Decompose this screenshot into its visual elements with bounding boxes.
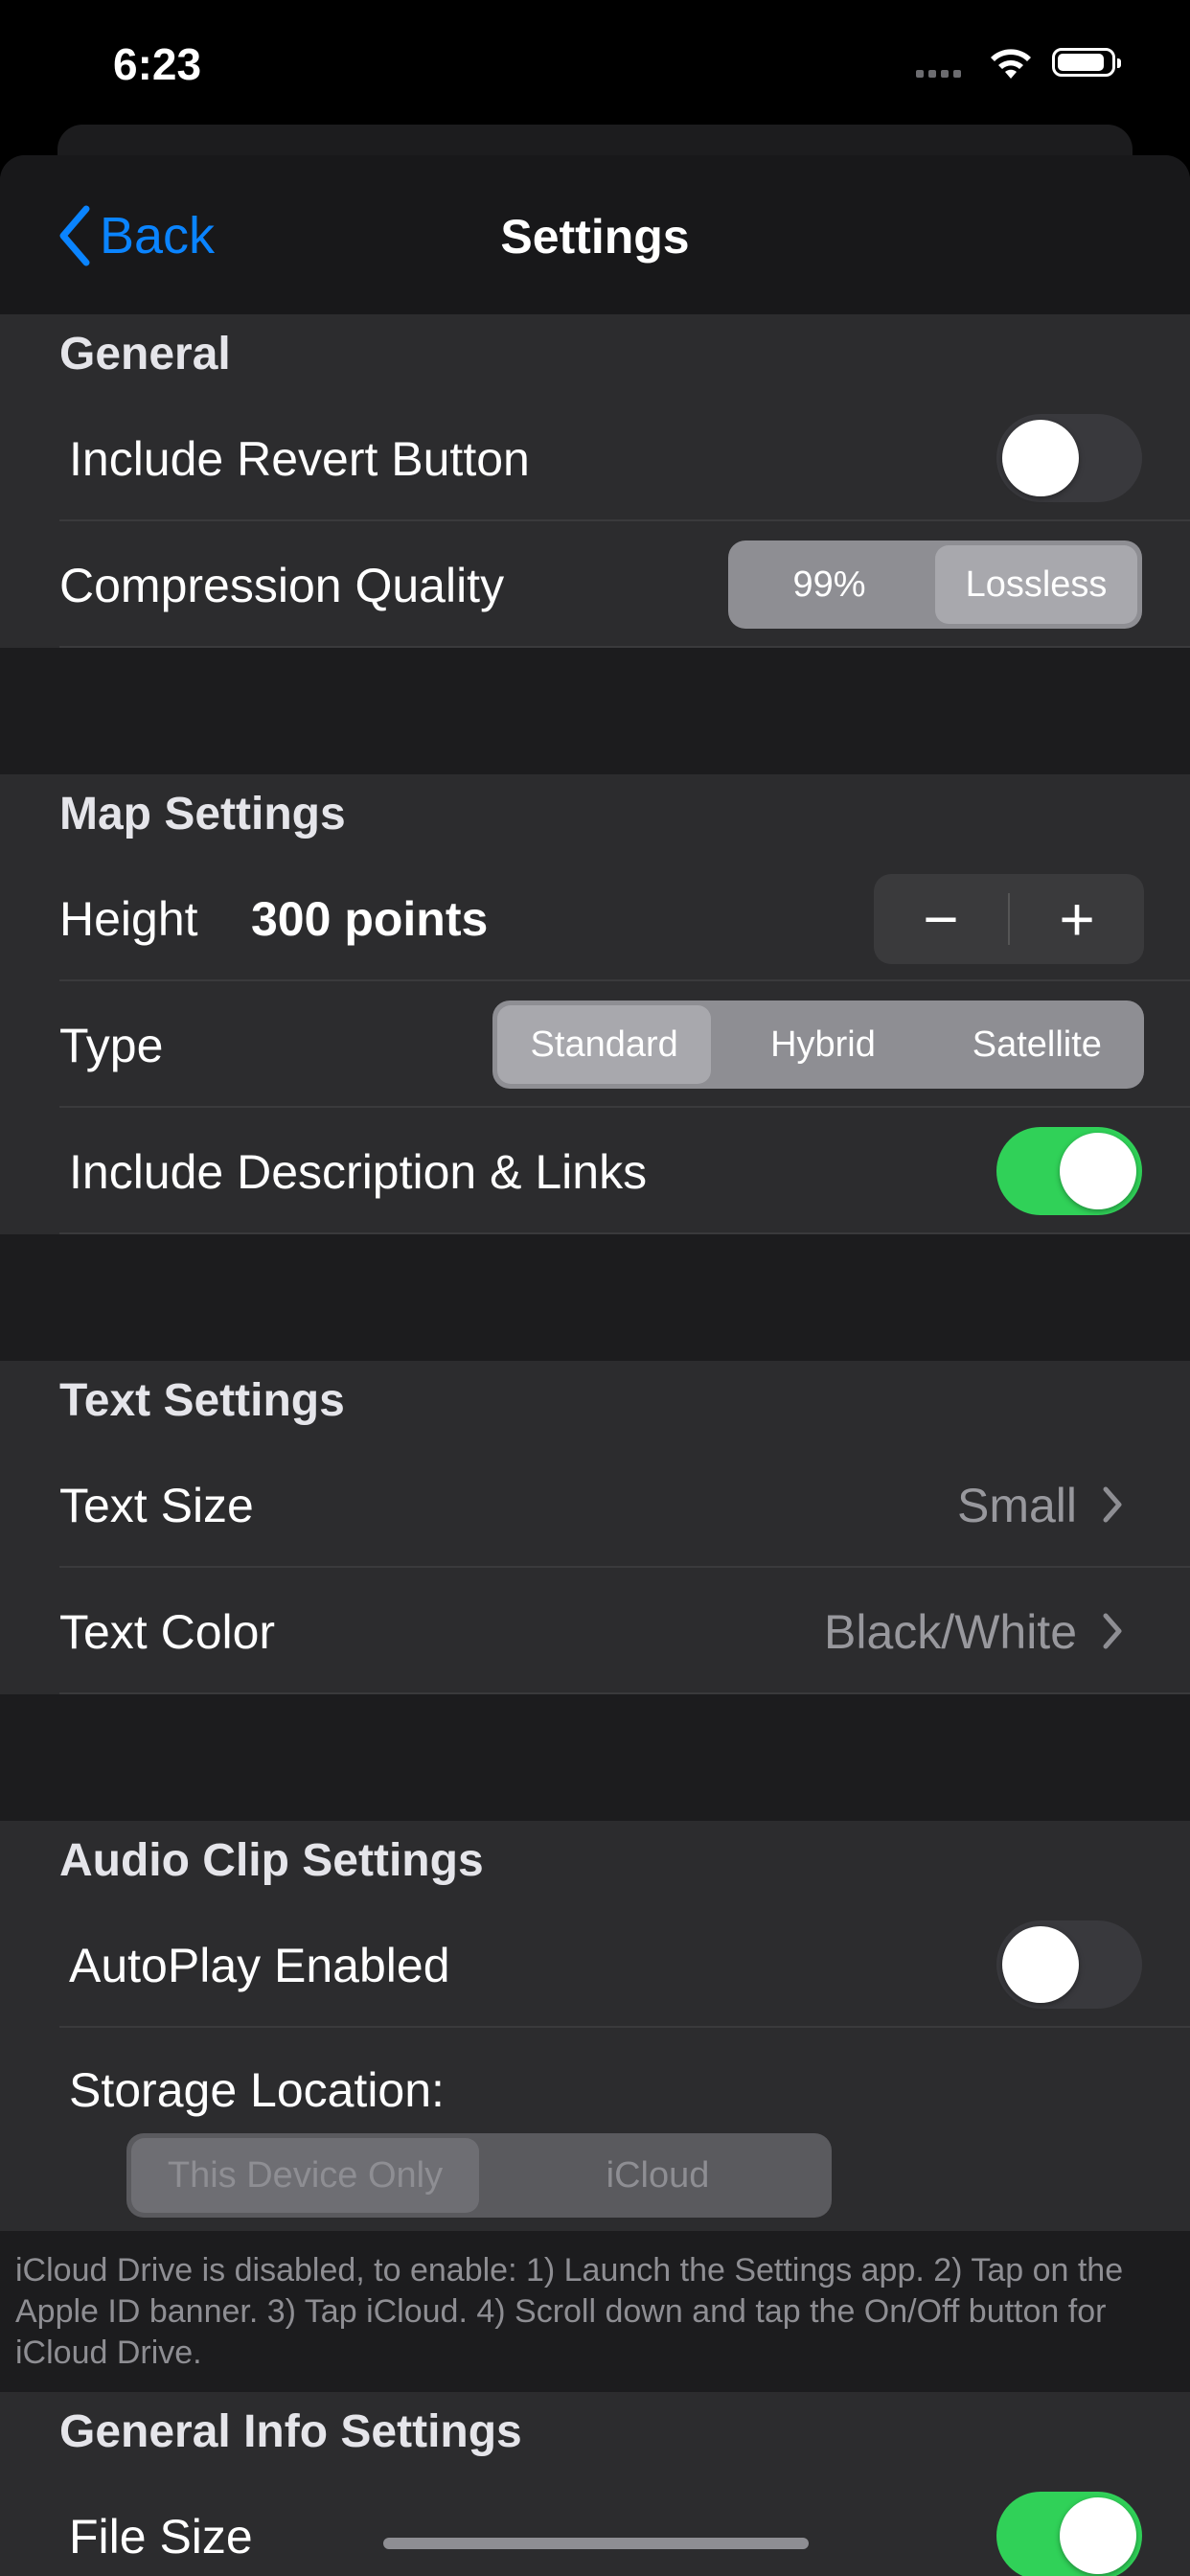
storage-option-device[interactable]: This Device Only	[131, 2138, 479, 2213]
chevron-right-icon	[1103, 1486, 1122, 1523]
row-text-color[interactable]: Text Color Black/White	[0, 1568, 1190, 1694]
text-color-label: Text Color	[59, 1605, 276, 1659]
decrement-button[interactable]: −	[874, 884, 1008, 954]
map-height-value: 300 points	[251, 892, 489, 946]
row-include-description: Include Description & Links	[0, 1108, 1190, 1234]
row-map-type: Type Standard Hybrid Satellite	[0, 981, 1190, 1108]
section-header-map: Map Settings	[0, 774, 1190, 855]
autoplay-toggle[interactable]	[996, 1920, 1142, 2009]
storage-location-segmented-control[interactable]: This Device Only iCloud	[126, 2133, 832, 2218]
file-size-toggle[interactable]	[996, 2492, 1142, 2576]
increment-button[interactable]: +	[1010, 884, 1144, 954]
map-height-label: Height	[59, 892, 198, 946]
section-header-general-info: General Info Settings	[0, 2392, 1190, 2472]
compression-quality-segmented-control[interactable]: 99% Lossless	[728, 540, 1142, 629]
map-type-standard[interactable]: Standard	[497, 1005, 712, 1084]
section-header-general: General	[0, 314, 1190, 395]
battery-icon	[1052, 48, 1121, 77]
compression-quality-label: Compression Quality	[59, 559, 505, 612]
page-title: Settings	[500, 210, 690, 264]
map-type-hybrid[interactable]: Hybrid	[716, 1000, 929, 1089]
section-header-text: Text Settings	[0, 1361, 1190, 1441]
settings-sheet: Back Settings General Include Revert But…	[0, 155, 1190, 2576]
text-size-value: Small	[956, 1479, 1077, 1532]
row-map-height: Height 300 points − +	[0, 855, 1190, 981]
autoplay-label: AutoPlay Enabled	[69, 1939, 450, 1992]
row-compression-quality: Compression Quality 99% Lossless	[0, 521, 1190, 648]
include-revert-toggle[interactable]	[996, 414, 1142, 502]
include-revert-label: Include Revert Button	[69, 432, 530, 486]
settings-list: General Include Revert Button Compressio…	[0, 314, 1190, 2576]
status-time: 6:23	[113, 39, 202, 89]
map-type-segmented-control[interactable]: Standard Hybrid Satellite	[492, 1000, 1144, 1089]
map-type-label: Type	[59, 1019, 164, 1072]
compression-option-lossless[interactable]: Lossless	[935, 545, 1137, 624]
row-autoplay: AutoPlay Enabled	[0, 1901, 1190, 2028]
include-description-toggle[interactable]	[996, 1127, 1142, 1215]
section-header-audio: Audio Clip Settings	[0, 1821, 1190, 1901]
row-text-size[interactable]: Text Size Small	[0, 1441, 1190, 1568]
storage-option-icloud[interactable]: iCloud	[484, 2133, 832, 2218]
cellular-signal-icon	[916, 65, 966, 82]
wifi-icon	[987, 44, 1035, 85]
icloud-disabled-note: iCloud Drive is disabled, to enable: 1) …	[0, 2231, 1190, 2392]
map-height-stepper[interactable]: − +	[874, 874, 1144, 964]
text-color-value: Black/White	[824, 1605, 1077, 1659]
row-storage-location: Storage Location: This Device Only iClou…	[0, 2028, 1190, 2231]
map-type-satellite[interactable]: Satellite	[930, 1000, 1144, 1089]
file-size-label: File Size	[69, 2510, 253, 2564]
text-size-label: Text Size	[59, 1479, 254, 1532]
chevron-right-icon	[1103, 1613, 1122, 1649]
home-indicator[interactable]	[383, 2538, 809, 2549]
navigation-bar: Back Settings	[0, 155, 1190, 315]
storage-location-label: Storage Location:	[69, 2063, 445, 2117]
row-file-size: File Size	[0, 2472, 1190, 2576]
row-include-revert-button: Include Revert Button	[0, 395, 1190, 521]
include-description-label: Include Description & Links	[69, 1145, 648, 1199]
compression-option-99[interactable]: 99%	[728, 540, 930, 629]
